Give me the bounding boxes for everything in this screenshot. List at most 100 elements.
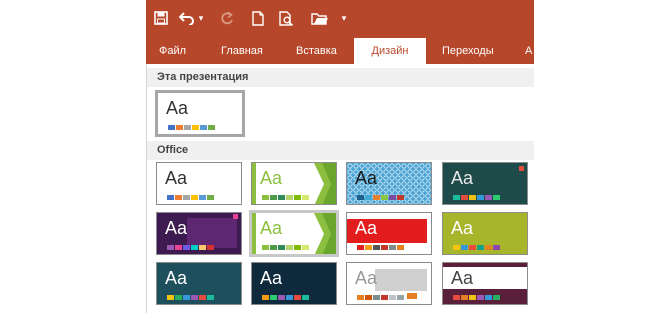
- color-swatch: [389, 295, 396, 300]
- color-swatch: [461, 195, 468, 200]
- theme-sample-text: Aa: [355, 218, 378, 238]
- color-swatch: [167, 195, 174, 200]
- color-swatch: [389, 245, 396, 250]
- color-swatch: [381, 245, 388, 250]
- color-swatch: [167, 295, 174, 300]
- color-swatch: [357, 195, 364, 200]
- undo-icon: [179, 12, 194, 25]
- theme-thumbnail[interactable]: Aa: [251, 262, 337, 305]
- theme-sample-text: Aa: [355, 168, 378, 188]
- theme-thumbnail[interactable]: Aa: [249, 210, 339, 257]
- theme-sample-text: Aa: [260, 218, 283, 238]
- quick-access-toolbar: ▾ ▾: [146, 0, 534, 38]
- color-swatch: [270, 245, 277, 250]
- tab-home[interactable]: Главная: [221, 38, 263, 64]
- color-swatch: [270, 295, 277, 300]
- color-swatch: [453, 245, 460, 250]
- theme-thumbnail[interactable]: Aa: [156, 262, 242, 305]
- theme-thumbnail[interactable]: Aa: [346, 262, 432, 305]
- save-icon: [154, 11, 168, 25]
- color-swatch: [207, 295, 214, 300]
- customize-toolbar-button[interactable]: ▾: [339, 8, 349, 28]
- color-swatch: [191, 195, 198, 200]
- color-swatch: [453, 295, 460, 300]
- undo-dropdown-button[interactable]: ▾: [197, 8, 205, 28]
- theme-color-swatches: [357, 195, 404, 200]
- color-swatch: [262, 195, 269, 200]
- color-swatch: [453, 195, 460, 200]
- color-swatch: [485, 245, 492, 250]
- redo-icon: [221, 11, 233, 25]
- theme-color-swatches: [168, 125, 215, 130]
- tab-insert[interactable]: Вставка: [296, 38, 337, 64]
- color-swatch: [294, 245, 301, 250]
- color-swatch: [207, 245, 214, 250]
- color-swatch: [357, 245, 364, 250]
- theme-thumbnail[interactable]: Aa: [346, 212, 432, 255]
- color-swatch: [167, 245, 174, 250]
- theme-sample-text: Aa: [355, 268, 378, 288]
- color-swatch: [477, 195, 484, 200]
- color-swatch: [191, 295, 198, 300]
- color-swatch: [199, 245, 206, 250]
- theme-thumbnail[interactable]: Aa: [442, 262, 528, 305]
- color-swatch: [469, 245, 476, 250]
- color-swatch: [191, 245, 198, 250]
- color-swatch: [294, 195, 301, 200]
- color-swatch: [184, 125, 191, 130]
- tab-file[interactable]: Файл: [159, 38, 186, 64]
- theme-thumbnail[interactable]: Aa: [442, 212, 528, 255]
- tab-more[interactable]: А: [525, 38, 532, 64]
- color-swatch: [262, 245, 269, 250]
- theme-color-swatches: [453, 195, 500, 200]
- tab-design[interactable]: Дизайн: [354, 38, 426, 64]
- save-button[interactable]: [152, 8, 170, 28]
- color-swatch: [373, 245, 380, 250]
- color-swatch: [357, 295, 364, 300]
- section-header-office: Office: [147, 141, 534, 160]
- theme-thumbnail[interactable]: Aa: [156, 162, 242, 205]
- color-swatch: [176, 125, 183, 130]
- color-swatch: [208, 125, 215, 130]
- section-header-this-presentation: Эта презентация: [147, 68, 534, 87]
- theme-thumbnail[interactable]: Aa: [346, 162, 432, 205]
- color-swatch: [477, 245, 484, 250]
- theme-thumbnail[interactable]: Aa: [442, 162, 528, 205]
- color-swatch: [302, 295, 309, 300]
- color-swatch: [397, 295, 404, 300]
- theme-sample-text: Aa: [260, 168, 283, 188]
- print-preview-button[interactable]: [277, 8, 295, 28]
- theme-color-swatches: [357, 295, 404, 300]
- theme-color-swatches: [262, 295, 309, 300]
- color-swatch: [493, 295, 500, 300]
- theme-thumbnail[interactable]: Aa: [156, 212, 242, 255]
- theme-color-swatches: [167, 295, 214, 300]
- print-preview-icon: [278, 10, 293, 26]
- open-button[interactable]: [310, 8, 330, 28]
- color-swatch: [469, 295, 476, 300]
- color-swatch: [262, 295, 269, 300]
- color-swatch: [389, 195, 396, 200]
- theme-color-swatches: [262, 245, 309, 250]
- tab-transitions[interactable]: Переходы: [442, 38, 494, 64]
- theme-sample-text: Aa: [260, 268, 283, 288]
- color-swatch: [381, 295, 388, 300]
- theme-thumbnail[interactable]: Aa: [251, 162, 337, 205]
- color-swatch: [294, 295, 301, 300]
- color-swatch: [199, 195, 206, 200]
- themes-gallery: Эта презентация Aa Office Aa Aa Aa Aa Aa Aa Aa…: [146, 64, 534, 313]
- current-theme-thumbnail[interactable]: Aa: [155, 90, 245, 137]
- color-swatch: [183, 245, 190, 250]
- ribbon-tabs: Файл Главная Вставка Дизайн Переходы А: [146, 38, 534, 64]
- color-swatch: [278, 295, 285, 300]
- color-swatch: [278, 245, 285, 250]
- color-swatch: [207, 195, 214, 200]
- color-swatch: [485, 195, 492, 200]
- theme-sample-text: Aa: [451, 218, 474, 238]
- redo-button[interactable]: [218, 8, 236, 28]
- theme-color-swatches: [453, 245, 500, 250]
- color-swatch: [365, 245, 372, 250]
- open-folder-icon: [311, 13, 328, 25]
- new-document-button[interactable]: [250, 8, 266, 28]
- undo-button[interactable]: [178, 8, 196, 28]
